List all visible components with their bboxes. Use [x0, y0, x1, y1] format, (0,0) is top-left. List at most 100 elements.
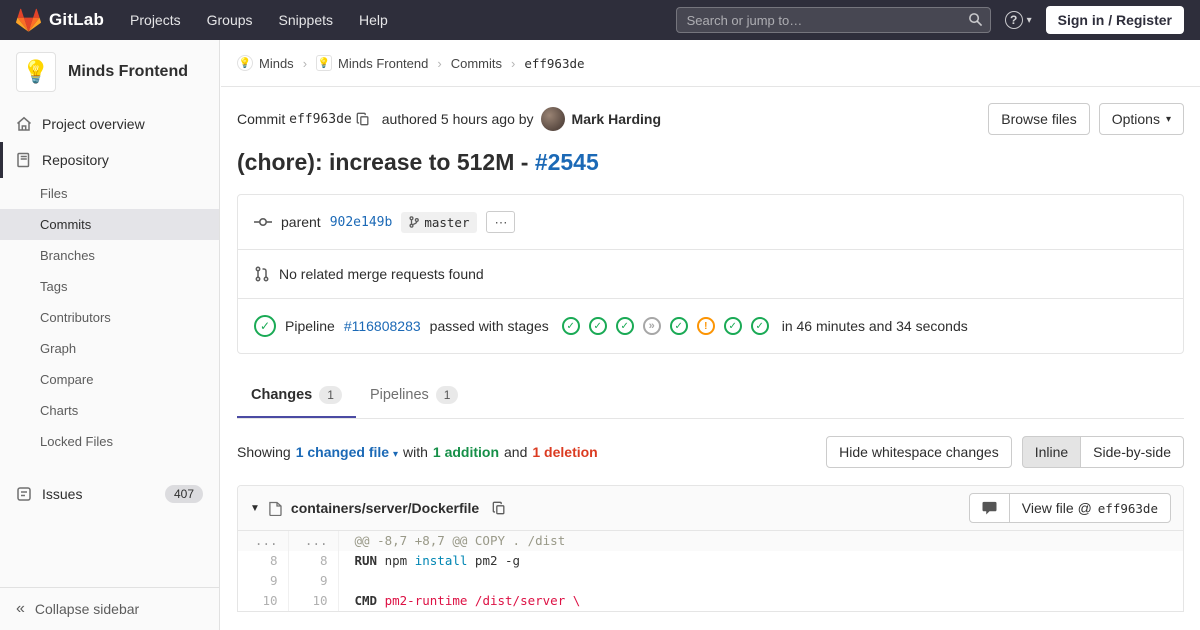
commit-header: Commit eff963de authored 5 hours ago by …: [237, 103, 1184, 135]
pipeline-stage-success-icon[interactable]: ✓: [750, 317, 769, 335]
ellipsis-icon: ⋯: [494, 214, 508, 230]
search-input[interactable]: [675, 7, 991, 33]
showing-label: Showing: [237, 444, 291, 460]
changes-count-badge: 1: [319, 386, 342, 404]
top-navbar: GitLab Projects Groups Snippets Help ? ▾…: [0, 0, 1200, 40]
old-line-number[interactable]: ...: [238, 531, 289, 551]
sidebar-nav: Project overview Repository Files Commit…: [0, 106, 219, 513]
pipeline-status-text: passed with stages: [429, 318, 549, 334]
sidebar-item-label: Repository: [42, 152, 109, 168]
old-line-number[interactable]: 10: [238, 591, 289, 611]
breadcrumb-separator-icon: ›: [510, 55, 516, 71]
search-icon[interactable]: [968, 12, 983, 30]
new-line-number[interactable]: 8: [288, 551, 339, 571]
collapse-sidebar-icon: «: [16, 600, 25, 617]
diff-line-context: 10 10 CMD pm2-runtime /dist/server \: [238, 591, 1183, 611]
parent-label: parent: [281, 214, 321, 230]
sidebar-item-branches[interactable]: Branches: [0, 240, 219, 271]
commit-info-box: parent 902e149b master ⋯ No related merg…: [237, 194, 1184, 354]
old-line-number[interactable]: 9: [238, 571, 289, 591]
new-line-number[interactable]: ...: [288, 531, 339, 551]
browse-files-button[interactable]: Browse files: [988, 103, 1090, 135]
old-line-number[interactable]: 8: [238, 551, 289, 571]
diff-line-context: 8 8 RUN npm install pm2 -g: [238, 551, 1183, 571]
breadcrumb-project[interactable]: 💡 Minds Frontend: [316, 55, 428, 71]
comment-icon: [982, 501, 997, 515]
parent-sha-link[interactable]: 902e149b: [330, 215, 393, 230]
new-line-number[interactable]: 10: [288, 591, 339, 611]
project-crumb-avatar: 💡: [316, 55, 333, 71]
sidebar-item-commits[interactable]: Commits: [0, 209, 219, 240]
author-avatar[interactable]: [540, 107, 565, 131]
issues-count-badge: 407: [164, 485, 203, 503]
diff-table-body: ...... @@ -8,7 +8,7 @@ COPY . /dist 8 8 RUN …: [238, 531, 1183, 611]
additions-count: 1 addition: [432, 444, 500, 460]
inline-view-button[interactable]: Inline: [1021, 436, 1082, 468]
view-file-button[interactable]: View file @ eff963de: [1008, 493, 1171, 523]
branch-ref-pill[interactable]: master: [401, 211, 478, 233]
collapse-sidebar-button[interactable]: « Collapse sidebar: [0, 587, 219, 630]
pipeline-stage-success-icon[interactable]: ✓: [588, 317, 607, 335]
deletions-count: 1 deletion: [532, 444, 598, 460]
breadcrumb-commits[interactable]: Commits: [451, 56, 502, 71]
expand-refs-button[interactable]: ⋯: [486, 211, 516, 233]
diff-line-hunk: ...... @@ -8,7 +8,7 @@ COPY . /dist: [238, 531, 1183, 551]
help-menu[interactable]: ? ▾: [1004, 11, 1032, 29]
line-content: [338, 571, 1183, 591]
gitlab-logo[interactable]: GitLab: [16, 8, 104, 32]
comment-on-file-button[interactable]: [968, 493, 1010, 523]
hide-whitespace-button[interactable]: Hide whitespace changes: [826, 436, 1012, 468]
pipeline-stage-success-icon[interactable]: ✓: [561, 317, 580, 335]
sidebar-item-repository[interactable]: Repository: [0, 142, 219, 178]
no-merge-requests-text: No related merge requests found: [279, 266, 484, 282]
breadcrumb-separator-icon: ›: [302, 55, 308, 71]
merge-requests-row: No related merge requests found: [238, 249, 1183, 298]
issue-link[interactable]: #2545: [535, 149, 599, 175]
side-by-side-view-button[interactable]: Side-by-side: [1080, 436, 1184, 468]
new-line-number[interactable]: 9: [288, 571, 339, 591]
main-nav-menu: Projects Groups Snippets Help: [130, 12, 388, 28]
nav-projects[interactable]: Projects: [130, 12, 181, 28]
sidebar-item-issues[interactable]: Issues 407: [0, 475, 219, 513]
nav-groups[interactable]: Groups: [207, 12, 253, 28]
pipeline-label: Pipeline: [285, 318, 335, 334]
pipeline-stage-warning-icon[interactable]: !: [696, 317, 715, 335]
sidebar-item-graph[interactable]: Graph: [0, 333, 219, 364]
pipeline-stage-success-icon[interactable]: ✓: [669, 317, 688, 335]
diff-file-path[interactable]: containers/server/Dockerfile: [291, 500, 479, 516]
pipeline-number-link[interactable]: #116808283: [344, 318, 421, 334]
line-content: CMD pm2-runtime /dist/server \: [354, 593, 581, 608]
changed-files-dropdown[interactable]: 1 changed file ▾: [296, 444, 398, 460]
pipeline-status-icon[interactable]: ✓: [254, 315, 276, 337]
sidebar-item-tags[interactable]: Tags: [0, 271, 219, 302]
pipeline-stage-success-icon[interactable]: ✓: [723, 317, 742, 335]
group-avatar: 💡: [237, 55, 253, 71]
sidebar-project-header[interactable]: 💡 Minds Frontend: [0, 40, 219, 106]
pipeline-stage-skipped-icon[interactable]: »: [642, 317, 661, 335]
pipeline-stage-success-icon[interactable]: ✓: [615, 317, 634, 335]
sidebar-item-files[interactable]: Files: [0, 178, 219, 209]
pipeline-duration: in 46 minutes and 34 seconds: [781, 318, 968, 334]
collapse-diff-icon[interactable]: ▼: [250, 503, 260, 514]
author-name-link[interactable]: Mark Harding: [572, 111, 661, 127]
sidebar-item-compare[interactable]: Compare: [0, 364, 219, 395]
sidebar-item-label: Issues: [42, 486, 83, 502]
copy-file-path-button[interactable]: [488, 501, 510, 515]
diff-view-toggle: Inline Side-by-side: [1021, 436, 1184, 468]
search-box: [675, 7, 991, 33]
copy-sha-button[interactable]: [352, 112, 374, 126]
sidebar-item-locked-files[interactable]: Locked Files: [0, 426, 219, 457]
breadcrumb-group[interactable]: 💡 Minds: [237, 55, 294, 71]
nav-help[interactable]: Help: [359, 12, 388, 28]
nav-snippets[interactable]: Snippets: [279, 12, 333, 28]
sidebar-item-project-overview[interactable]: Project overview: [0, 106, 219, 142]
project-name: Minds Frontend: [68, 63, 188, 80]
file-icon: [269, 501, 282, 516]
line-content: RUN npm install pm2 -g: [354, 553, 521, 568]
options-dropdown-button[interactable]: Options ▾: [1098, 103, 1184, 135]
sign-in-button[interactable]: Sign in / Register: [1045, 6, 1184, 34]
sidebar-item-contributors[interactable]: Contributors: [0, 302, 219, 333]
tab-changes[interactable]: Changes 1: [237, 374, 356, 418]
sidebar-item-charts[interactable]: Charts: [0, 395, 219, 426]
tab-pipelines[interactable]: Pipelines 1: [356, 374, 473, 418]
